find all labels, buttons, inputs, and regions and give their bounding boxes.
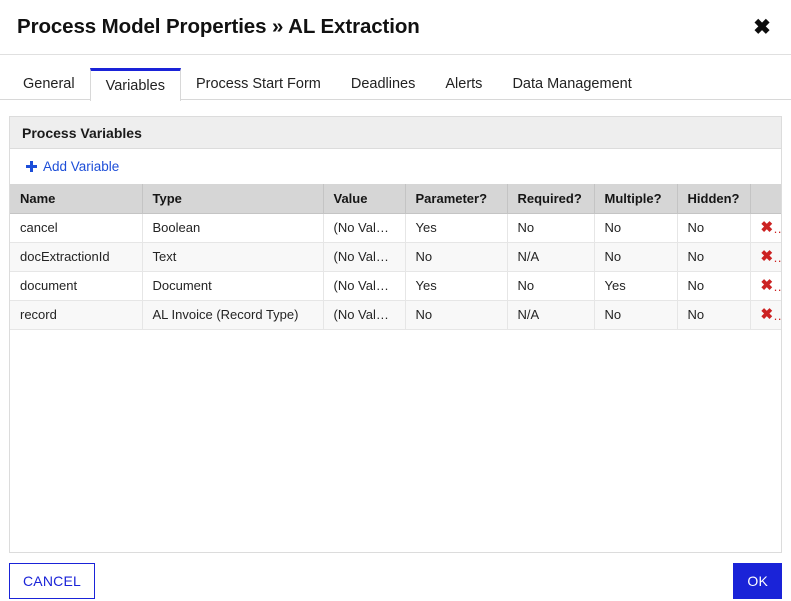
cell-required: N/A bbox=[507, 242, 595, 272]
cancel-button[interactable]: CANCEL bbox=[9, 563, 95, 599]
ok-button[interactable]: OK bbox=[733, 563, 782, 599]
table-header-row: Name Type Value Parameter? Required? Mul… bbox=[10, 184, 781, 214]
cell-type: Boolean bbox=[142, 213, 324, 243]
delete-icon[interactable]: ✖ bbox=[761, 278, 774, 293]
cell-type: AL Invoice (Record Type) bbox=[142, 300, 324, 330]
tab-label: Deadlines bbox=[350, 76, 416, 92]
cell-name: record bbox=[10, 300, 143, 330]
cell-hidden: No bbox=[677, 213, 751, 243]
dialog-title: Process Model Properties » AL Extraction bbox=[17, 15, 420, 38]
cell-required: No bbox=[507, 213, 595, 243]
delete-icon[interactable]: ✖ bbox=[761, 249, 774, 264]
column-header-required[interactable]: Required? bbox=[507, 184, 595, 214]
tab-data-management[interactable]: Data Management bbox=[497, 68, 646, 100]
dialog-header: Process Model Properties » AL Extraction… bbox=[0, 0, 791, 55]
plus-icon bbox=[26, 161, 37, 172]
cell-type: Text bbox=[142, 242, 324, 272]
tab-label: Process Start Form bbox=[195, 76, 321, 92]
column-header-name[interactable]: Name bbox=[10, 184, 143, 214]
table-row[interactable]: docExtractionId Text (No Value) No N/A N… bbox=[10, 242, 781, 272]
cell-value: (No Value) bbox=[323, 242, 406, 272]
cell-value: (No Value) bbox=[323, 271, 406, 301]
tab-label: Variables bbox=[105, 77, 165, 94]
column-header-multiple[interactable]: Multiple? bbox=[594, 184, 678, 214]
close-icon[interactable]: ✖ bbox=[749, 14, 775, 40]
dialog-footer: CANCEL OK bbox=[0, 561, 791, 601]
add-variable-label: Add Variable bbox=[43, 159, 120, 174]
cell-multiple: No bbox=[594, 213, 678, 243]
cell-delete: ✖ bbox=[750, 271, 781, 301]
table-row[interactable]: cancel Boolean (No Value) Yes No No No ✖ bbox=[10, 213, 781, 243]
cell-delete: ✖ bbox=[750, 213, 781, 243]
cell-multiple: No bbox=[594, 300, 678, 330]
cell-hidden: No bbox=[677, 242, 751, 272]
cell-parameter: Yes bbox=[405, 213, 508, 243]
cell-multiple: Yes bbox=[594, 271, 678, 301]
cell-hidden: No bbox=[677, 300, 751, 330]
process-variables-panel: Process Variables Add Variable Name Type… bbox=[9, 116, 782, 553]
column-header-parameter[interactable]: Parameter? bbox=[405, 184, 508, 214]
cell-name: docExtractionId bbox=[10, 242, 143, 272]
delete-icon[interactable]: ✖ bbox=[761, 220, 774, 235]
column-header-value[interactable]: Value bbox=[323, 184, 406, 214]
process-variables-table: Name Type Value Parameter? Required? Mul… bbox=[10, 184, 781, 330]
tab-alerts[interactable]: Alerts bbox=[430, 68, 497, 100]
add-variable-button[interactable]: Add Variable bbox=[26, 159, 119, 174]
tab-label: Data Management bbox=[512, 76, 632, 92]
tab-variables[interactable]: Variables bbox=[89, 68, 181, 101]
cell-parameter: No bbox=[405, 242, 508, 272]
tab-general[interactable]: General bbox=[8, 68, 90, 100]
cell-delete: ✖ bbox=[750, 300, 781, 330]
cell-name: document bbox=[10, 271, 143, 301]
cell-hidden: No bbox=[677, 271, 751, 301]
cell-required: N/A bbox=[507, 300, 595, 330]
tab-label: Alerts bbox=[445, 76, 483, 92]
cell-name: cancel bbox=[10, 213, 143, 243]
delete-icon[interactable]: ✖ bbox=[761, 307, 774, 322]
tab-process-start-form[interactable]: Process Start Form bbox=[181, 68, 336, 100]
tab-label: General bbox=[23, 76, 75, 92]
panel-title: Process Variables bbox=[10, 117, 781, 149]
tab-bar: General Variables Process Start Form Dea… bbox=[0, 68, 791, 101]
cell-delete: ✖ bbox=[750, 242, 781, 272]
cell-multiple: No bbox=[594, 242, 678, 272]
table-row[interactable]: record AL Invoice (Record Type) (No Valu… bbox=[10, 300, 781, 330]
cell-type: Document bbox=[142, 271, 324, 301]
cell-parameter: Yes bbox=[405, 271, 508, 301]
column-header-type[interactable]: Type bbox=[142, 184, 324, 214]
tab-deadlines[interactable]: Deadlines bbox=[336, 68, 431, 100]
cell-parameter: No bbox=[405, 300, 508, 330]
cell-value: (No Value) bbox=[323, 213, 406, 243]
panel-toolbar: Add Variable bbox=[10, 149, 781, 184]
cell-required: No bbox=[507, 271, 595, 301]
table-row[interactable]: document Document (No Value) Yes No Yes … bbox=[10, 271, 781, 301]
column-header-actions bbox=[750, 184, 781, 214]
cell-value: (No Value) bbox=[323, 300, 406, 330]
column-header-hidden[interactable]: Hidden? bbox=[677, 184, 751, 214]
process-model-properties-dialog: Process Model Properties » AL Extraction… bbox=[0, 0, 791, 601]
